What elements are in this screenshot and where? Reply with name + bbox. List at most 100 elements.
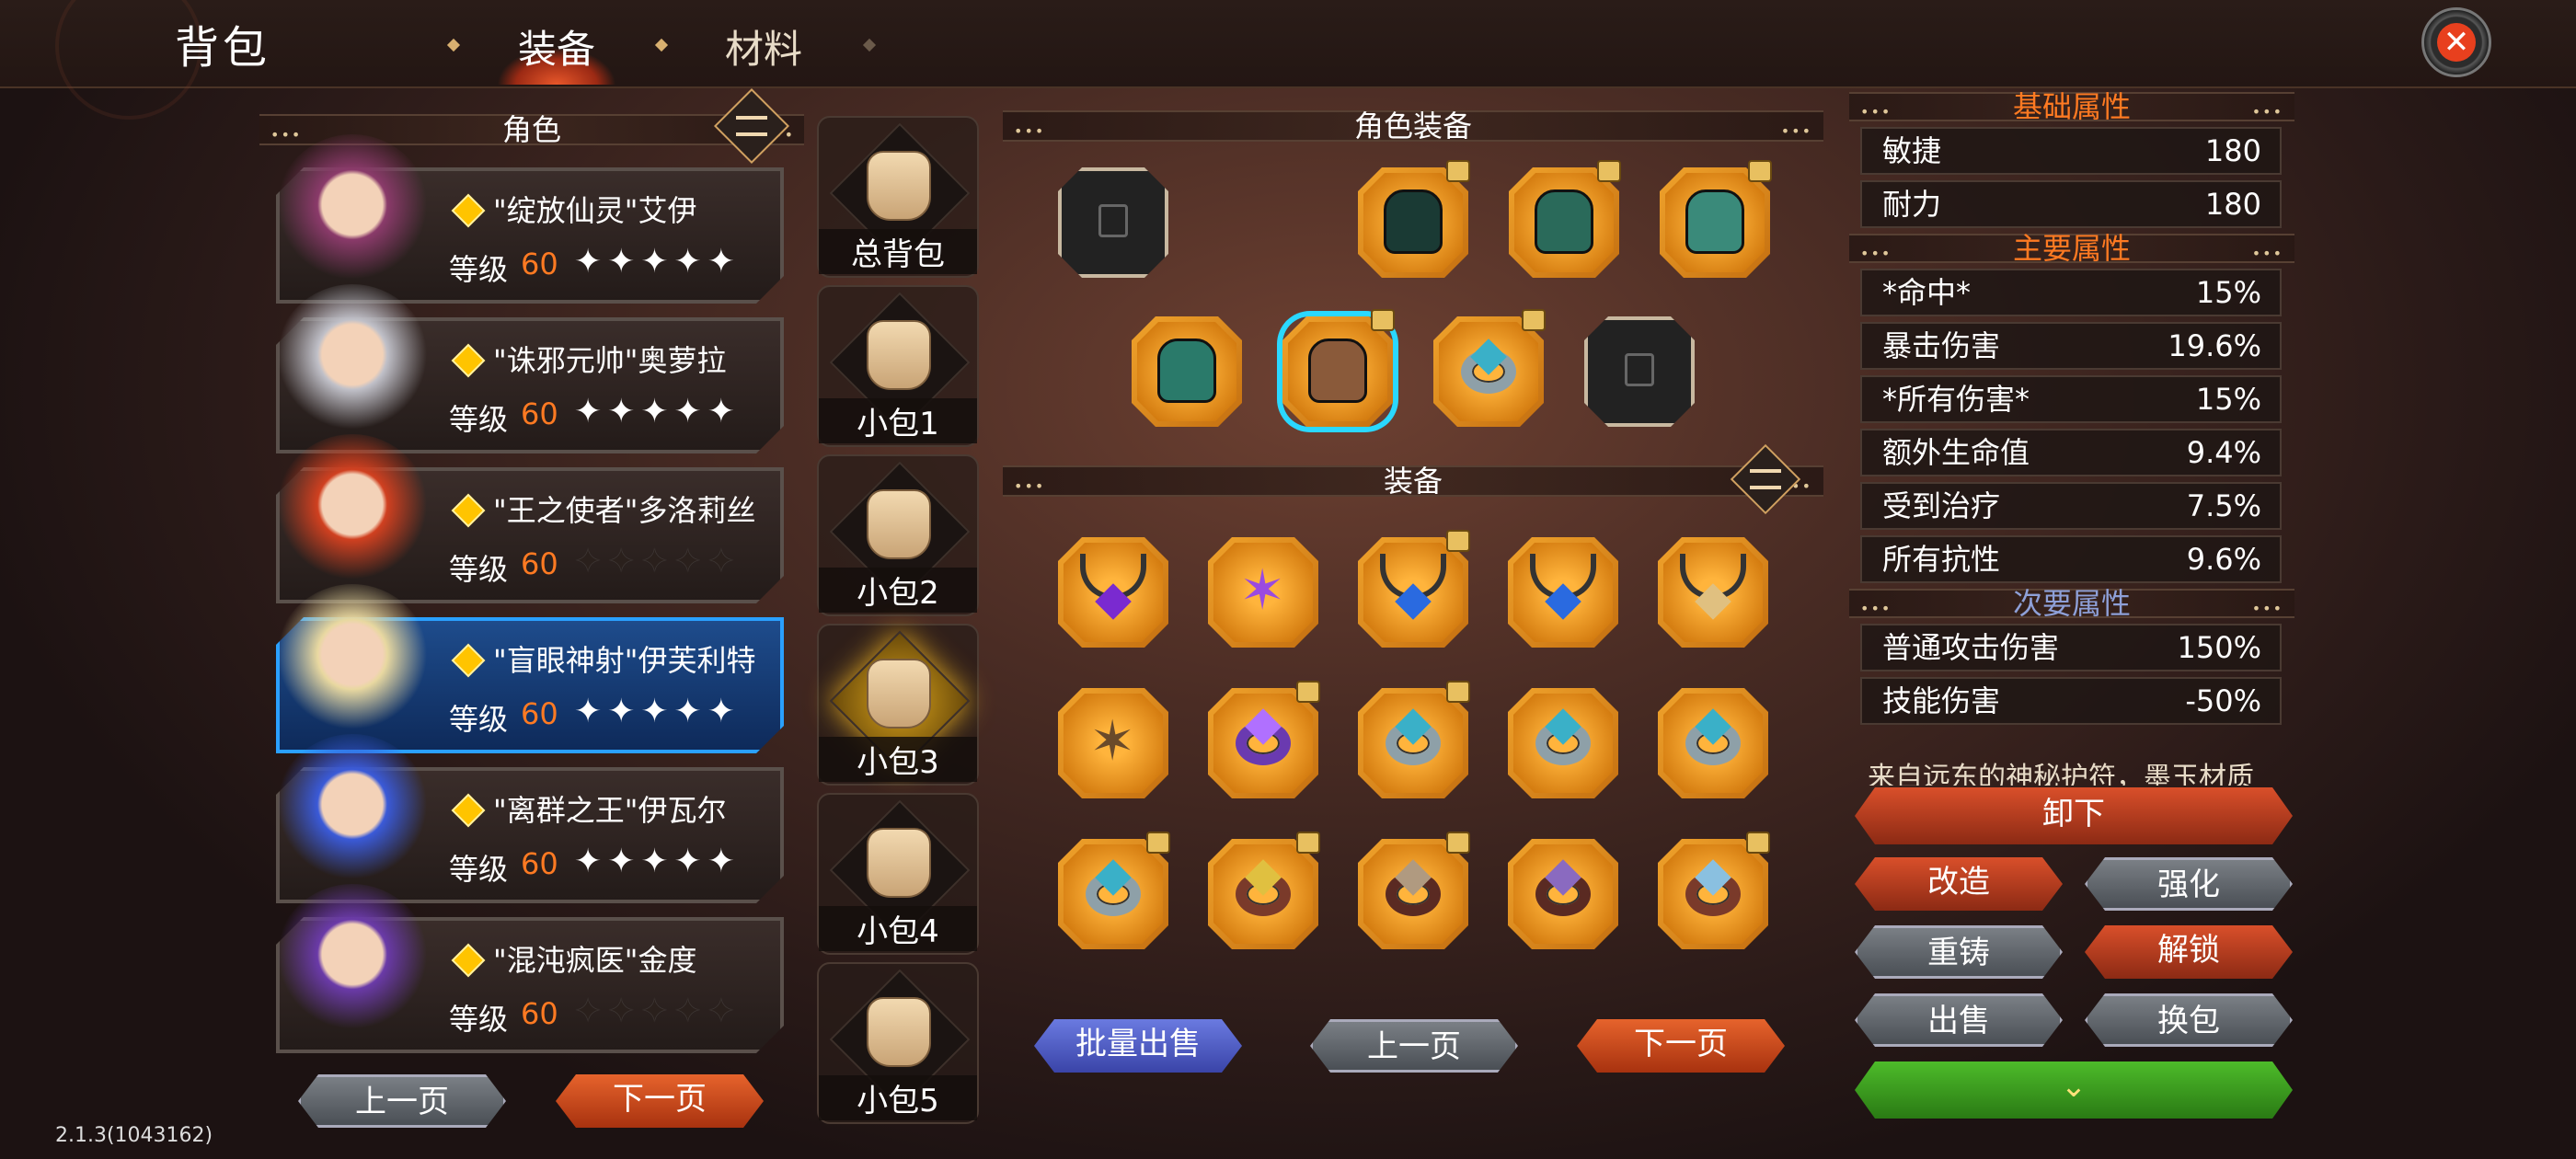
bag-slot[interactable]: 小包2 [817,454,979,616]
star-rating: ✦✦✦✦✦ [574,393,741,430]
level-label: 等级 [449,852,509,887]
inventory-item[interactable] [1058,537,1168,648]
bag-slot[interactable]: 总背包 [817,116,979,278]
star-icon: ✦ [707,543,741,580]
inventory-item[interactable] [1508,537,1618,648]
star-icon: ✦ [640,693,674,730]
unequip-button[interactable]: 卸下 [1855,787,2293,844]
inventory-item[interactable]: ✶ [1058,688,1168,798]
character-portrait [274,284,431,441]
close-icon: ✕ [2437,23,2476,62]
char-prev-page-button[interactable]: 上一页 [298,1074,506,1128]
tab-materials[interactable]: 材料 [708,13,819,85]
stat-value: 19.6% [2168,328,2261,363]
char-next-page-button[interactable]: 下一页 [556,1074,764,1128]
stat-value: -50% [2185,683,2261,718]
star-icon: ✦ [607,993,641,1030]
stat-row: 暴击伤害 19.6% [1860,322,2282,370]
stat-row: 敏捷 180 [1860,127,2282,175]
close-button[interactable]: ✕ [2421,7,2491,77]
bag-slot[interactable]: 小包3 [817,624,979,786]
inventory-item[interactable] [1358,681,1470,798]
star-icon: ✦ [607,693,641,730]
character-name: "盲眼神射"伊芙利特 [493,643,756,678]
stat-label: 受到治疗 [1882,488,2001,523]
star-icon: ✦ [640,243,674,281]
inventory-item[interactable] [1508,839,1618,949]
equip-next-page-button[interactable]: 下一页 [1577,1019,1785,1073]
inventory-item[interactable] [1658,688,1768,798]
swap-bag-button[interactable]: 换包 [2085,993,2293,1047]
bag-slot[interactable]: 小包5 [817,962,979,1124]
stat-row: *命中* 15% [1860,269,2282,316]
ring-placeholder-icon [1625,353,1654,386]
star-icon: ✦ [673,993,707,1030]
backpack-icon [867,828,931,898]
equipped-slot[interactable] [1282,309,1395,427]
equipped-slot[interactable] [1433,309,1546,427]
character-portrait [274,734,431,890]
bag-slot[interactable]: 小包1 [817,285,979,447]
level-value: 60 [521,247,558,281]
lock-icon [1296,681,1320,703]
stat-label: 额外生命值 [1882,435,2030,470]
backpack-icon [867,320,931,390]
star-rating: ✦✦✦✦✦ [574,843,741,880]
inventory-item[interactable] [1658,832,1770,949]
lock-icon [1446,160,1470,182]
level-value: 60 [521,546,558,581]
level-label: 等级 [449,1002,509,1037]
lock-icon [1446,530,1470,552]
star-icon: ✦ [574,693,608,730]
enhance-button[interactable]: 强化 [2085,857,2293,911]
star-icon: ✦ [707,693,741,730]
star-icon: ✦ [673,393,707,430]
star-icon: ✦ [707,243,741,281]
inventory-item[interactable] [1208,832,1320,949]
equip-prev-page-button[interactable]: 上一页 [1310,1019,1518,1073]
reforge-button[interactable]: 重铸 [1855,925,2063,979]
expand-more-button[interactable]: ⌄ [1855,1061,2293,1119]
modify-button[interactable]: 改造 [1855,857,2063,911]
stat-label: *所有伤害* [1882,382,2030,417]
rarity-gem-icon [452,794,486,828]
page-title: 背包 [175,22,271,74]
bulk-sell-button[interactable]: 批量出售 [1034,1019,1242,1073]
character-equipment-header: ••• 角色装备 ••• [1003,110,1823,142]
inventory-item[interactable] [1658,537,1768,648]
bag-slot[interactable]: 小包4 [817,793,979,955]
equipped-slot[interactable] [1509,160,1621,278]
stat-row: 技能伤害 -50% [1860,677,2282,725]
rarity-gem-icon [452,194,486,228]
secondary-attributes-header: ••• 次要属性 ••• [1849,589,2294,618]
character-portrait [274,584,431,740]
secondary-attributes-title: 次要属性 [2012,586,2131,621]
inventory-item[interactable] [1358,530,1470,648]
stat-row: *所有伤害* 15% [1860,375,2282,423]
character-portrait [274,884,431,1040]
equipped-slot[interactable] [1132,316,1242,427]
inventory-item[interactable] [1058,832,1170,949]
inventory-item[interactable] [1508,688,1618,798]
star-icon: ✦ [607,543,641,580]
inventory-item[interactable] [1208,681,1320,798]
stat-label: 耐力 [1882,187,1942,222]
star-icon: ✦ [707,993,741,1030]
scale-armor-icon [1535,189,1593,254]
character-name: "王之使者"多洛莉丝 [493,493,756,528]
star-icon: ✦ [574,843,608,880]
rarity-gem-icon [452,494,486,528]
star-icon: ✦ [607,843,641,880]
star-rating: ✦✦✦✦✦ [574,243,741,281]
inventory-item[interactable] [1358,832,1470,949]
equipped-slot[interactable] [1584,316,1695,427]
stat-label: 所有抗性 [1882,542,2001,577]
equipped-slot[interactable] [1058,167,1168,278]
tab-equipment[interactable]: 装备 [492,13,621,85]
equipped-slot[interactable] [1358,160,1470,278]
sell-button[interactable]: 出售 [1855,993,2063,1047]
unlock-button[interactable]: 解锁 [2085,925,2293,979]
character-name: "诛邪元帅"奥萝拉 [493,343,727,378]
equipped-slot[interactable] [1660,160,1772,278]
inventory-item[interactable]: ✶ [1208,537,1318,648]
